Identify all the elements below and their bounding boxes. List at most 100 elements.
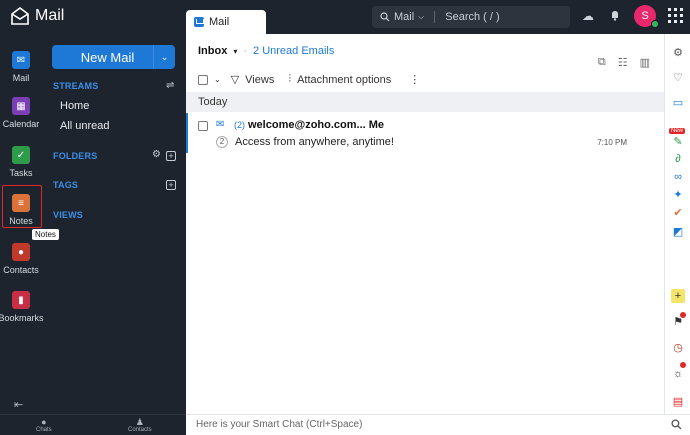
new-badge: New xyxy=(669,128,686,134)
rail-item-bookmarks[interactable]: ▮ Bookmarks xyxy=(0,291,44,323)
bottom-left-bar: ● Chats ♟ Contacts xyxy=(0,414,186,435)
chevron-down-icon[interactable]: ⌄ xyxy=(153,45,175,69)
envelope-icon[interactable]: ✉ xyxy=(216,119,224,130)
list-toolbar: ⌄ ▽ Views ⫶ Attachment options ⋮ xyxy=(198,73,420,86)
views-button[interactable]: Views xyxy=(245,74,274,86)
widget-icon[interactable]: ▭ xyxy=(671,96,685,110)
chevron-down-icon[interactable]: ▾ xyxy=(233,47,237,56)
right-integrations-strip: ⚙ ♡ ▭ New ✎ ∂ ∞ ✦ ✔ ◩ + ⚑ ◷ ☼ ▤ xyxy=(664,34,690,414)
sidebar-item-all-unread[interactable]: All unread xyxy=(60,120,110,132)
sidebar-item-home[interactable]: Home xyxy=(60,100,89,112)
list-header-tools: ⧉ ☷ ▥ xyxy=(598,56,650,69)
timer-icon[interactable]: ☼ xyxy=(671,367,685,381)
email-subject: Access from anywhere, anytime! xyxy=(235,136,394,148)
settings-icon[interactable]: ⚙ xyxy=(671,46,685,60)
rail-item-label: Mail xyxy=(12,73,30,83)
search-icon xyxy=(380,12,390,22)
conversation-view-icon[interactable]: ⧉ xyxy=(598,56,606,69)
chat-icon: ● xyxy=(41,417,47,427)
folder-name[interactable]: Inbox xyxy=(198,45,227,57)
mail-logo-icon xyxy=(11,7,29,25)
alarm-icon[interactable]: ◷ xyxy=(671,341,685,355)
bookmark-icon: ▮ xyxy=(12,291,30,309)
group-header-today: Today xyxy=(186,92,664,112)
dot-separator: · xyxy=(243,45,248,57)
search-icon[interactable] xyxy=(671,419,682,430)
bell-icon[interactable] xyxy=(608,9,622,23)
tab-mail-label: Mail xyxy=(209,16,230,28)
stream-settings-icon[interactable]: ⇌ xyxy=(166,80,174,91)
rail-item-label: Tasks xyxy=(9,168,33,178)
folders-heading[interactable]: FOLDERS xyxy=(53,151,97,161)
chats-button[interactable]: ● Chats xyxy=(36,417,52,433)
smart-chat-placeholder: Here is your Smart Chat (Ctrl+Space) xyxy=(196,419,363,430)
unread-count-link[interactable]: 2 Unread Emails xyxy=(253,45,334,57)
rail-item-label: Contacts xyxy=(3,265,39,275)
layout-icon[interactable]: ☷ xyxy=(618,56,628,69)
app-grid-icon[interactable] xyxy=(668,8,683,23)
gear-icon[interactable]: ⚙ xyxy=(152,149,161,160)
app-title: Mail xyxy=(35,7,65,24)
table-row[interactable]: ✉ (2) welcome@zoho.com... Me 2 Access fr… xyxy=(186,113,664,153)
collapse-sidebar-icon[interactable]: ⇤ xyxy=(14,398,23,411)
check-icon: ✓ xyxy=(12,146,30,164)
new-mail-label: New Mail xyxy=(80,49,135,65)
smart-chat-input[interactable]: Here is your Smart Chat (Ctrl+Space) xyxy=(186,414,690,435)
rail-item-tasks[interactable]: ✓ Tasks xyxy=(0,146,42,178)
chevron-down-icon[interactable]: ⌄ xyxy=(214,75,221,84)
bottom-bar: ● Chats ♟ Contacts Here is your Smart Ch… xyxy=(0,414,690,435)
online-status-badge xyxy=(651,20,659,28)
add-tag-icon[interactable]: + xyxy=(166,180,176,190)
email-time: 7:10 PM xyxy=(597,138,627,147)
email-sender: welcome@zoho.com... Me xyxy=(248,119,385,131)
mail-sidebar: New Mail ⌄ STREAMS ⇌ Home All unread FOL… xyxy=(42,34,186,414)
notification-dot xyxy=(680,362,686,368)
search-bar[interactable]: Mail ⌵ Search ( / ) xyxy=(372,6,570,28)
cloud-upload-icon[interactable]: ☁ xyxy=(581,9,595,23)
search-divider xyxy=(434,11,436,23)
rail-item-calendar[interactable]: ▦ Calendar xyxy=(0,97,42,129)
tab-mail[interactable]: Mail xyxy=(186,10,266,34)
rail-item-mail[interactable]: ✉ Mail xyxy=(0,51,42,83)
chart-app-icon[interactable]: ◩ xyxy=(671,225,685,239)
rail-item-label: Bookmarks xyxy=(0,313,44,323)
check-app-icon[interactable]: ✔ xyxy=(671,206,685,220)
zia-icon[interactable]: ♡ xyxy=(671,71,685,85)
top-bar: Mail Mail Mail ⌵ Search ( / ) ☁ S xyxy=(0,0,690,34)
views-heading[interactable]: VIEWS xyxy=(53,210,83,220)
contacts-icon: ♟ xyxy=(135,417,144,427)
select-all-checkbox[interactable] xyxy=(198,74,208,85)
add-note-icon[interactable]: + xyxy=(671,289,685,303)
mail-icon xyxy=(194,17,204,27)
row-checkbox[interactable] xyxy=(198,121,208,131)
rail-item-contacts[interactable]: ● Contacts xyxy=(0,243,42,275)
search-input[interactable]: Search ( / ) xyxy=(445,11,499,23)
streams-heading[interactable]: STREAMS xyxy=(53,81,98,91)
feedback-icon[interactable]: ▤ xyxy=(671,395,685,409)
reading-pane-icon[interactable]: ▥ xyxy=(640,56,650,69)
mail-list-panel: Inbox ▾ · 2 Unread Emails ⧉ ☷ ▥ ⌄ ▽ View… xyxy=(186,34,664,414)
tags-heading[interactable]: TAGS xyxy=(53,180,78,190)
filter-icon: ▽ xyxy=(230,74,240,86)
more-options-icon[interactable]: ⋮ xyxy=(409,73,420,86)
calendar-icon: ▦ xyxy=(12,97,30,115)
chats-label: Chats xyxy=(36,427,52,433)
chevron-down-icon: ⌵ xyxy=(418,12,425,21)
attachment-options-button[interactable]: Attachment options xyxy=(297,74,391,86)
thread-badge: 2 xyxy=(216,136,228,148)
contacts-label: Contacts xyxy=(128,427,152,433)
new-mail-button[interactable]: New Mail ⌄ xyxy=(52,45,175,69)
contact-icon: ● xyxy=(12,243,30,261)
extension-icon[interactable]: ✦ xyxy=(671,188,685,202)
notification-dot xyxy=(680,312,686,318)
link-app-icon[interactable]: ∂ xyxy=(671,152,685,166)
notes-app-icon[interactable]: ✎ xyxy=(671,135,685,149)
add-folder-icon[interactable]: + xyxy=(166,151,176,161)
app-brand[interactable]: Mail xyxy=(10,7,64,25)
contacts-button[interactable]: ♟ Contacts xyxy=(128,417,152,433)
attachment-icon: ⫶ xyxy=(288,73,292,85)
list-header: Inbox ▾ · 2 Unread Emails xyxy=(198,45,334,57)
search-scope[interactable]: Mail xyxy=(394,11,414,23)
chain-icon[interactable]: ∞ xyxy=(671,170,685,184)
thread-count: (2) xyxy=(234,120,245,130)
